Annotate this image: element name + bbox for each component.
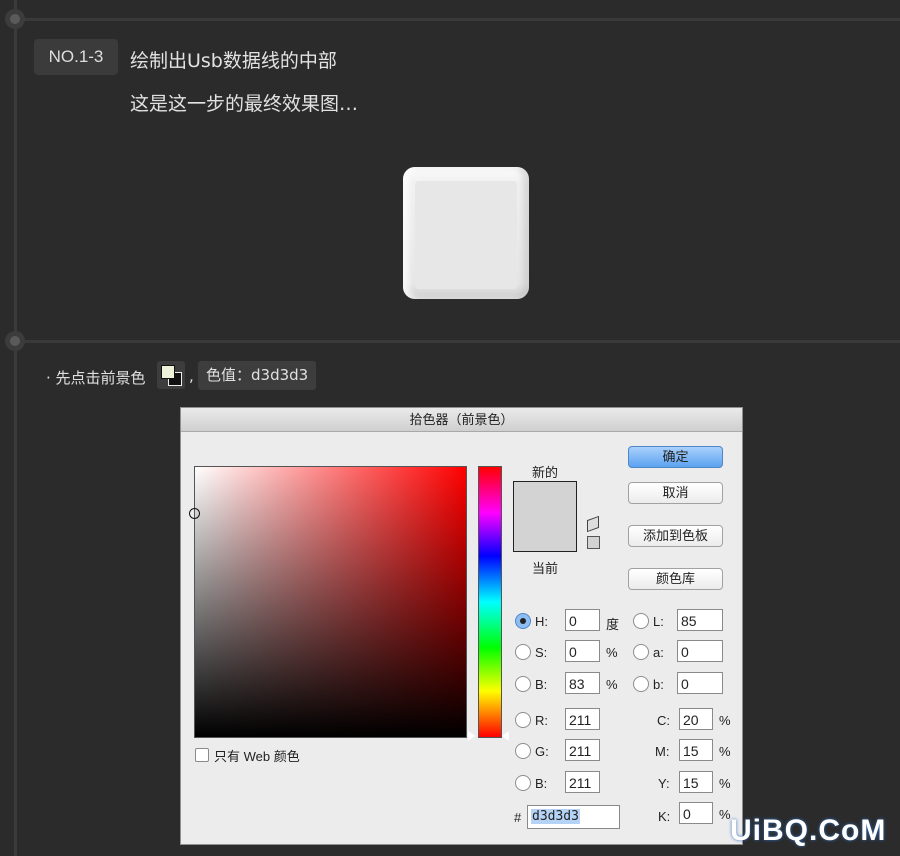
m-label: M:	[655, 744, 670, 759]
instruction-comma: ,	[189, 367, 194, 385]
g-label: G:	[535, 744, 549, 759]
y-label: Y:	[658, 776, 670, 791]
h-label: H:	[535, 614, 548, 629]
a-input[interactable]: 0	[677, 640, 723, 662]
c-unit: %	[719, 713, 731, 728]
l-label: L:	[653, 614, 664, 629]
r-input[interactable]: 211	[565, 708, 600, 730]
color-field-marker[interactable]	[189, 508, 200, 519]
hex-label: #	[514, 810, 522, 825]
r-label: R:	[535, 713, 548, 728]
l-input[interactable]: 85	[677, 609, 723, 631]
h-unit: 度	[606, 617, 620, 632]
hue-slider[interactable]	[478, 466, 502, 738]
a-label: a:	[653, 645, 664, 660]
instruction-text: · 先点击前景色	[46, 369, 146, 387]
usb-middle-face	[415, 181, 517, 289]
y-input[interactable]: 15	[679, 771, 713, 793]
blue-radio[interactable]	[515, 775, 531, 791]
a-radio[interactable]	[633, 644, 649, 660]
b-unit: %	[606, 677, 618, 692]
dialog-title: 拾色器（前景色）	[181, 408, 742, 432]
h-radio[interactable]	[515, 613, 531, 629]
h-input[interactable]: 0	[565, 609, 600, 631]
l-radio[interactable]	[633, 613, 649, 629]
blue-label: B:	[535, 776, 548, 791]
add-to-swatches-button[interactable]: 添加到色板	[628, 525, 723, 547]
g-radio[interactable]	[515, 743, 531, 759]
s-input[interactable]: 0	[565, 640, 600, 662]
step-subtitle: 这是这一步的最终效果图…	[130, 93, 359, 115]
gamut-cube-icon[interactable]	[587, 515, 599, 533]
foreground-color-icon	[157, 361, 185, 389]
color-preview	[513, 481, 577, 552]
ok-button[interactable]: 确定	[628, 446, 723, 468]
only-web-colors-label: 只有 Web 颜色	[214, 749, 300, 764]
watermark-logo: UiBQ.CoM	[730, 814, 887, 847]
b-input[interactable]: 83	[565, 672, 600, 694]
m-input[interactable]: 15	[679, 739, 713, 761]
k-unit: %	[719, 807, 731, 822]
c-input[interactable]: 20	[679, 708, 713, 730]
timeline-node	[5, 331, 25, 351]
hue-slider-handle-right[interactable]	[502, 731, 509, 741]
lab-b-input[interactable]: 0	[677, 672, 723, 694]
c-label: C:	[657, 713, 670, 728]
color-libraries-button[interactable]: 颜色库	[628, 568, 723, 590]
section-divider	[14, 340, 900, 343]
section-divider	[14, 18, 900, 21]
hex-input-value: d3d3d3	[531, 809, 580, 824]
s-label: S:	[535, 645, 548, 660]
step-title: 绘制出Usb数据线的中部	[130, 50, 337, 72]
hex-input[interactable]: d3d3d3	[527, 805, 620, 829]
s-radio[interactable]	[515, 644, 531, 660]
b-radio[interactable]	[515, 676, 531, 692]
new-color-label: 新的	[532, 465, 559, 480]
blue-input[interactable]: 211	[565, 771, 600, 793]
usb-middle-preview	[403, 167, 529, 299]
lab-b-label: b:	[653, 677, 664, 692]
timeline-node	[5, 9, 25, 29]
only-web-colors-checkbox[interactable]	[195, 748, 209, 762]
b-label: B:	[535, 677, 548, 692]
lab-b-radio[interactable]	[633, 676, 649, 692]
k-input[interactable]: 0	[679, 802, 713, 824]
cancel-button[interactable]: 取消	[628, 482, 723, 504]
s-unit: %	[606, 645, 618, 660]
foreground-color-swatch	[161, 365, 175, 379]
g-input[interactable]: 211	[565, 739, 600, 761]
hue-slider-handle-left[interactable]	[468, 731, 475, 741]
color-field[interactable]	[189, 466, 467, 738]
current-color-label: 当前	[532, 561, 559, 576]
timeline-line	[14, 0, 17, 856]
step-badge: NO.1-3	[34, 39, 118, 75]
k-label: K:	[658, 809, 671, 824]
m-unit: %	[719, 744, 731, 759]
y-unit: %	[719, 776, 731, 791]
color-picker-dialog: 拾色器（前景色） 只有 Web 颜色 新的 当前 确定 取消 添加到色板 颜色库…	[180, 407, 743, 845]
r-radio[interactable]	[515, 712, 531, 728]
web-safe-swatch-icon[interactable]	[587, 536, 600, 549]
color-value-badge: 色值：d3d3d3	[198, 361, 317, 390]
